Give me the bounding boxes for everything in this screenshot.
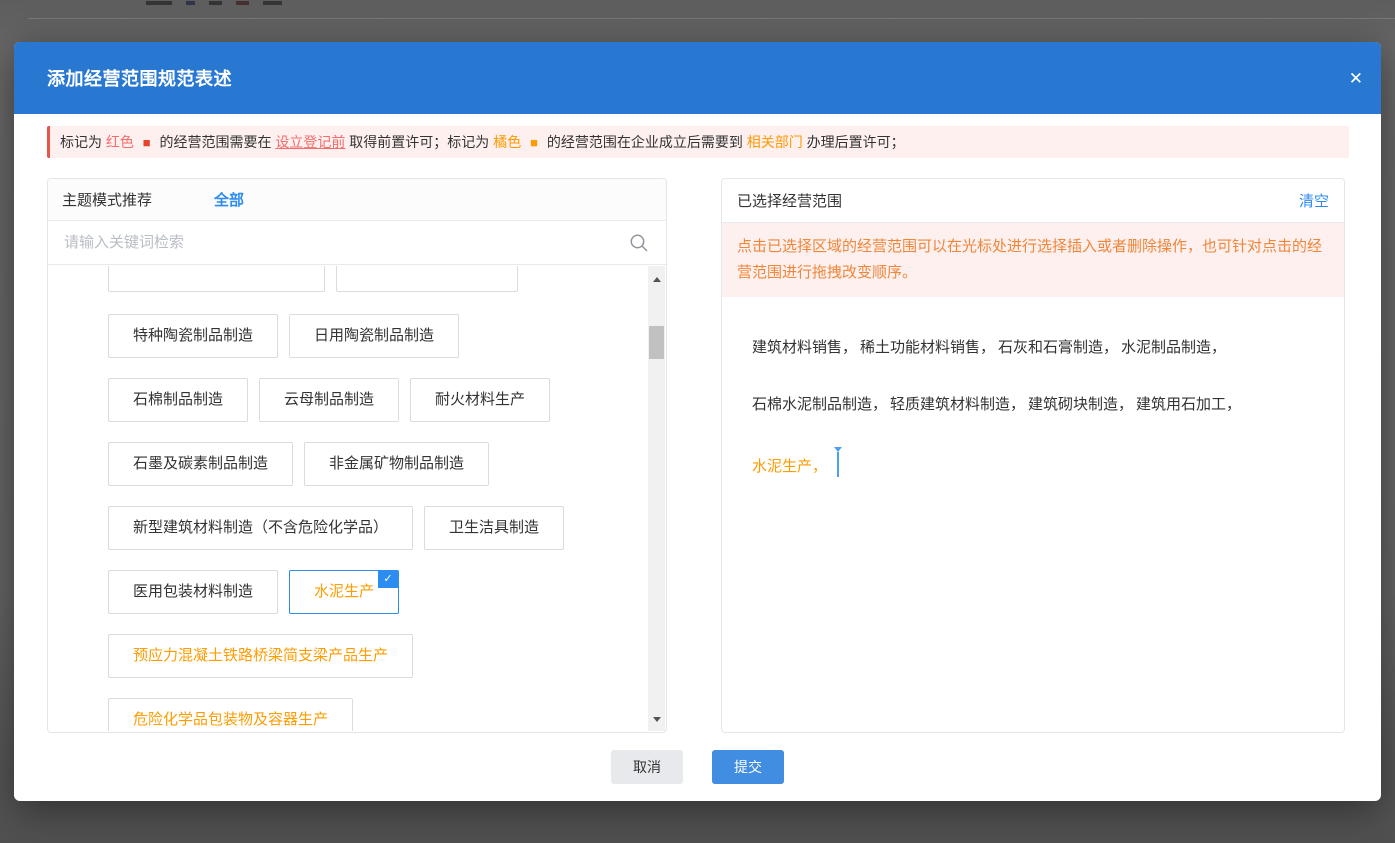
selected-scope-item[interactable]: 石灰和石膏制造， [998, 339, 1118, 356]
tag-row: 石棉制品制造云母制品制造耐火材料生产 [108, 378, 648, 422]
scroll-down-icon[interactable] [648, 711, 665, 728]
tag-partial[interactable] [336, 266, 518, 292]
warning-text: 标记为 红色 ■ 的经营范围需要在 设立登记前 取得前置许可；标记为 橘色 ■ … [60, 132, 905, 152]
selected-scope-item[interactable]: 建筑用石加工， [1136, 396, 1241, 413]
selected-scope-panel: 已选择经营范围 清空 点击已选择区域的经营范围可以在光标处进行选择插入或者删除操… [721, 178, 1345, 733]
add-business-scope-dialog: 添加经营范围规范表述 ✕ 标记为 红色 ■ 的经营范围需要在 设立登记前 取得前… [14, 42, 1381, 801]
warning-bar: 标记为 红色 ■ 的经营范围需要在 设立登记前 取得前置许可；标记为 橘色 ■ … [47, 126, 1349, 158]
tag-option[interactable]: 耐火材料生产 [410, 378, 550, 422]
warning-segment: 红色 [106, 134, 138, 150]
dialog-title: 添加经营范围规范表述 [47, 65, 232, 91]
tag-option[interactable]: 石棉制品制造 [108, 378, 248, 422]
tag-option[interactable]: 危险化学品包装物及容器生产 [108, 698, 353, 731]
tag-option[interactable]: 预应力混凝土铁路桥梁简支梁产品生产 [108, 634, 413, 678]
red-square-icon: ■ [143, 135, 151, 150]
warning-segment: 的经营范围需要在 [156, 134, 276, 150]
orange-square-icon: ■ [530, 135, 538, 150]
selected-scope-title: 已选择经营范围 [737, 190, 842, 211]
tag-option[interactable]: 医用包装材料制造 [108, 570, 278, 614]
close-icon[interactable]: ✕ [1349, 70, 1363, 87]
tag-option[interactable]: 日用陶瓷制品制造 [289, 314, 459, 358]
tag-row: 危险化学品包装物及容器生产 [108, 698, 648, 731]
tag-option[interactable]: 新型建筑材料制造（不含危险化学品） [108, 506, 413, 550]
warning-segment: 设立登记前 [275, 134, 345, 150]
scope-line: 建筑材料销售，稀土功能材料销售，石灰和石膏制造，水泥制品制造， [752, 338, 1314, 358]
selected-scope-hint: 点击已选择区域的经营范围可以在光标处进行选择插入或者删除操作，也可针对点击的经营… [722, 223, 1344, 297]
dialog-header: 添加经营范围规范表述 ✕ [14, 42, 1381, 114]
selected-scope-item[interactable]: 石棉水泥制品制造， [752, 396, 887, 413]
tag-option[interactable]: 卫生洁具制造 [424, 506, 564, 550]
background-divider [28, 18, 1395, 19]
warning-segment: 标记为 [60, 134, 106, 150]
search-row [48, 221, 666, 265]
tag-row: 预应力混凝土铁路桥梁简支梁产品生产 [108, 634, 648, 678]
selected-scope-item[interactable]: 水泥制品制造， [1121, 339, 1226, 356]
clear-button[interactable]: 清空 [1299, 190, 1329, 211]
scroll-up-icon[interactable] [648, 271, 665, 288]
selected-scope-content[interactable]: 建筑材料销售，稀土功能材料销售，石灰和石膏制造，水泥制品制造， 石棉水泥制品制造，… [722, 297, 1344, 477]
tag-partial[interactable] [108, 266, 325, 292]
warning-segment: 的经营范围在企业成立后需要到 [543, 134, 747, 150]
scope-line: 水泥生产， [752, 452, 1314, 477]
tag-row: 医用包装材料制造水泥生产✓ [108, 570, 648, 614]
submit-button[interactable]: 提交 [712, 750, 784, 784]
selected-scope-item[interactable]: 建筑材料销售， [752, 339, 857, 356]
selected-scope-header: 已选择经营范围 清空 [722, 179, 1344, 223]
tab-theme-mode[interactable]: 主题模式推荐 [62, 189, 152, 210]
tag-list: 特种陶瓷制品制造日用陶瓷制品制造石棉制品制造云母制品制造耐火材料生产石墨及碳素制… [48, 266, 648, 731]
tag-option[interactable]: 非金属矿物制品制造 [304, 442, 489, 486]
warning-segment: 橘色 [493, 134, 525, 150]
check-badge-icon: ✓ [378, 571, 398, 588]
tag-row [108, 266, 648, 292]
tag-row: 新型建筑材料制造（不含危险化学品）卫生洁具制造 [108, 506, 648, 550]
tab-all[interactable]: 全部 [214, 189, 244, 210]
background-clipped-text [146, 0, 282, 5]
selected-scope-item[interactable]: 轻质建筑材料制造， [890, 396, 1025, 413]
tag-option[interactable]: 水泥生产✓ [289, 570, 399, 614]
scrollbar[interactable] [648, 266, 665, 731]
scope-catalog-panel: 主题模式推荐全部 特种陶瓷制品制造日用陶瓷制品制造石棉制品制造云母制品制造耐火材… [47, 178, 667, 733]
scope-line: 石棉水泥制品制造，轻质建筑材料制造，建筑砌块制造，建筑用石加工， [752, 395, 1314, 415]
scrollbar-thumb[interactable] [649, 326, 664, 359]
search-input[interactable] [64, 234, 628, 251]
selected-scope-item[interactable]: 稀土功能材料销售， [860, 339, 995, 356]
tag-option[interactable]: 云母制品制造 [259, 378, 399, 422]
selected-scope-item[interactable]: 水泥生产， [752, 458, 827, 475]
cancel-button[interactable]: 取消 [611, 750, 683, 784]
selected-scope-item[interactable]: 建筑砌块制造， [1028, 396, 1133, 413]
tag-option[interactable]: 特种陶瓷制品制造 [108, 314, 278, 358]
search-icon[interactable] [628, 232, 650, 254]
warning-segment: 取得前置许可；标记为 [345, 134, 493, 150]
warning-segment: 相关部门 [747, 134, 803, 150]
tag-option[interactable]: 石墨及碳素制品制造 [108, 442, 293, 486]
text-cursor-icon [837, 452, 839, 477]
tag-row: 特种陶瓷制品制造日用陶瓷制品制造 [108, 314, 648, 358]
dialog-footer: 取消 提交 [14, 750, 1381, 784]
left-tabs: 主题模式推荐 全部 [48, 179, 666, 221]
warning-segment: 办理后置许可； [803, 134, 905, 150]
tag-row: 石墨及碳素制品制造非金属矿物制品制造 [108, 442, 648, 486]
dialog-body: 主题模式推荐全部 特种陶瓷制品制造日用陶瓷制品制造石棉制品制造云母制品制造耐火材… [47, 178, 1350, 733]
